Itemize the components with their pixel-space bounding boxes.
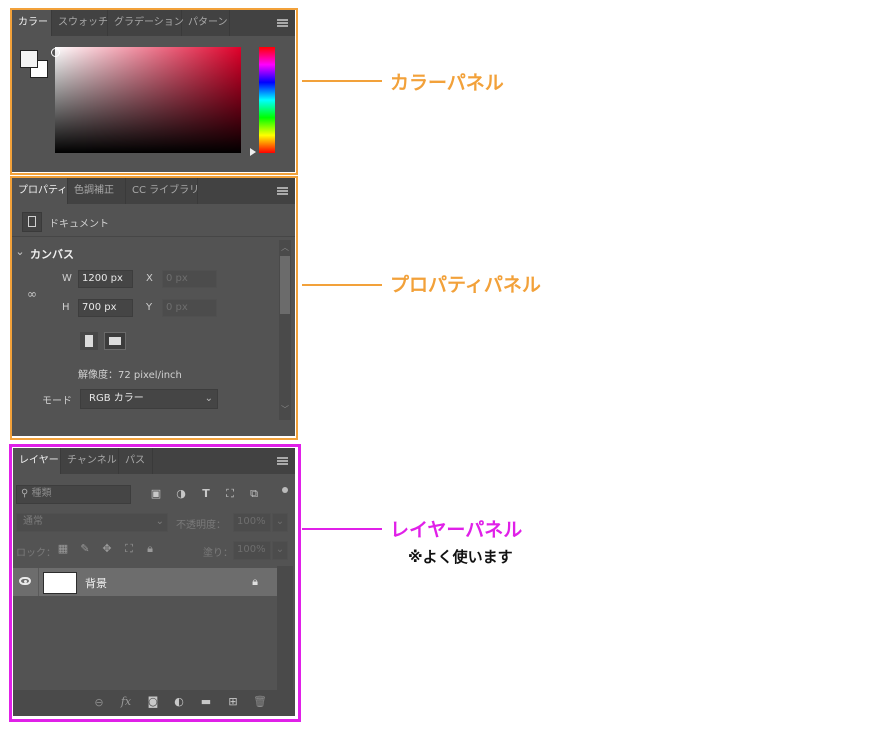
layers-callout-label: レイヤーパネル	[390, 519, 523, 541]
properties-panel-highlight	[10, 176, 298, 440]
layers-panel-highlight	[9, 444, 301, 722]
color-panel-highlight	[10, 8, 298, 175]
layers-callout-note: ※よく使います	[408, 548, 513, 566]
properties-callout-line	[302, 284, 382, 286]
color-callout-line	[302, 80, 382, 82]
properties-callout-label: プロパティパネル	[390, 274, 541, 296]
layers-callout-line	[302, 528, 382, 530]
color-callout-label: カラーパネル	[390, 72, 504, 94]
